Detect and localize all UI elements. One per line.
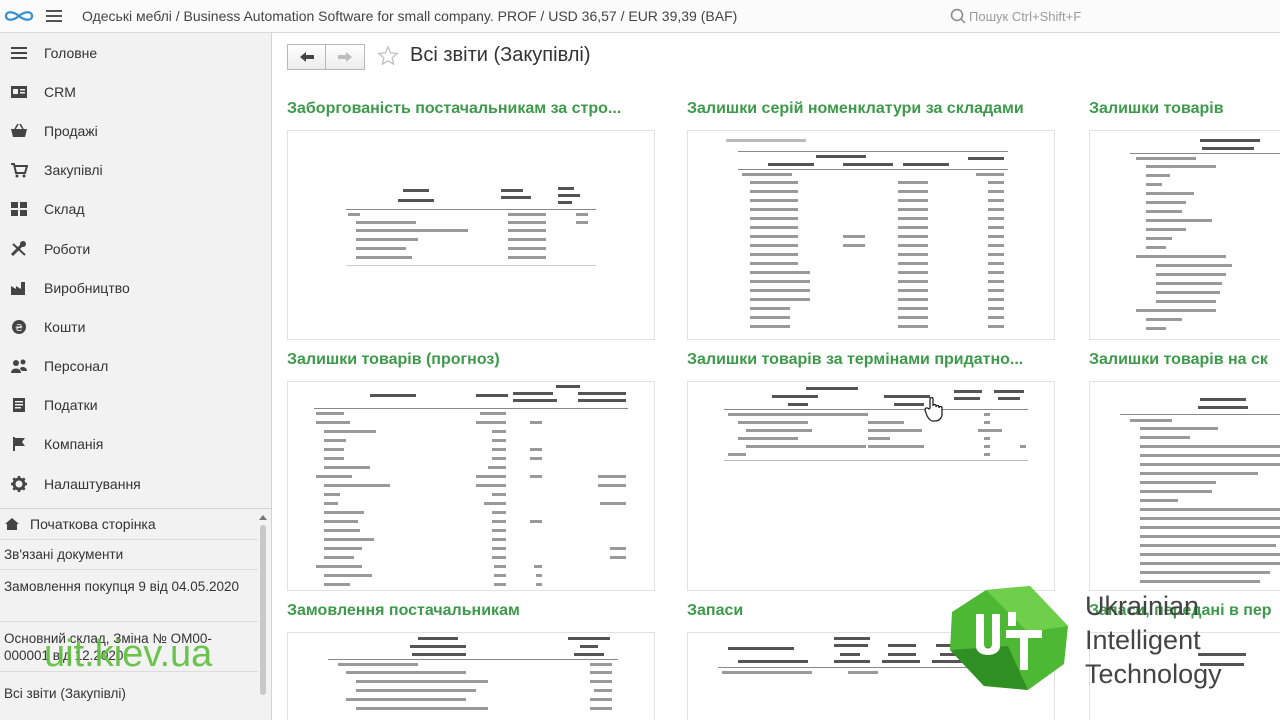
history-scrollbar[interactable]: [259, 515, 267, 715]
svg-text:₴: ₴: [15, 323, 23, 334]
basket-icon: [9, 121, 29, 141]
sidebar-item-label: Роботи: [44, 240, 91, 257]
sidebar-item-label: Компанія: [44, 436, 104, 453]
home-page-label: Початкова сторінка: [30, 516, 156, 532]
document-icon: [9, 395, 29, 415]
watermark-url: uit.kiev.ua: [44, 633, 213, 675]
sidebar-item-label: Закупівлі: [44, 162, 103, 179]
report-title[interactable]: Залишки товарів: [1089, 100, 1280, 118]
flag-icon: [9, 434, 29, 454]
sidebar-item-warehouse[interactable]: Склад: [0, 190, 271, 229]
search-icon: [950, 8, 966, 24]
history-item[interactable]: Зв'язані документи: [0, 539, 258, 569]
report-preview[interactable]: [687, 381, 1055, 591]
coin-icon: ₴: [9, 317, 29, 337]
report-preview[interactable]: [1089, 381, 1280, 591]
sidebar-item-label: Персонал: [44, 358, 109, 375]
sidebar-item-label: Налаштування: [44, 475, 141, 492]
sidebar-item-company[interactable]: Компанія: [0, 425, 271, 464]
uit-logo-icon: [950, 586, 1068, 690]
cart-icon: [9, 160, 29, 180]
factory-icon: [9, 278, 29, 298]
sidebar-item-main[interactable]: Головне: [0, 33, 271, 72]
sidebar-item-production[interactable]: Виробництво: [0, 268, 271, 307]
list-icon: [9, 43, 29, 63]
report-title[interactable]: Заборгованість постачальникам за стро...: [287, 100, 657, 118]
report-title[interactable]: Залишки товарів (прогноз): [287, 351, 657, 369]
contact-card-icon: [9, 82, 29, 102]
report-preview[interactable]: [287, 130, 655, 340]
report-title[interactable]: Залишки серій номенклатури за складами: [687, 100, 1057, 118]
search-placeholder: Пошук Ctrl+Shift+F: [969, 8, 1082, 24]
sidebar-item-taxes[interactable]: Податки: [0, 386, 271, 425]
company-line: Ukrainian: [1085, 591, 1200, 621]
top-bar: Одеські меблі / Business Automation Soft…: [0, 0, 1280, 33]
arrow-left-icon: [299, 52, 314, 62]
home-icon: [4, 517, 20, 531]
uit-company-name: Ukrainian Intelligent Technology: [1085, 589, 1222, 691]
sidebar-item-label: Продажі: [44, 122, 98, 139]
sidebar-item-label: Кошти: [44, 318, 86, 335]
sidebar-item-label: Виробництво: [44, 279, 130, 296]
history-item[interactable]: Всі звіти (Закупівлі): [0, 671, 258, 711]
report-title[interactable]: Залишки товарів на ск: [1089, 351, 1280, 369]
people-icon: [9, 356, 29, 376]
report-preview[interactable]: /* placeholder-free static rows */: [287, 381, 655, 591]
report-preview[interactable]: [1089, 130, 1280, 340]
page-title: Всі звіти (Закупівлі): [410, 44, 591, 66]
tools-icon: [9, 239, 29, 259]
report-preview[interactable]: [287, 632, 655, 720]
history-item[interactable]: Замовлення покупця 9 від 04.05.2020: [0, 569, 258, 621]
sidebar-item-label: Склад: [44, 201, 85, 218]
sidebar-item-crm[interactable]: CRM: [0, 72, 271, 111]
sidebar-item-label: Податки: [44, 397, 98, 414]
sidebar-item-sales[interactable]: Продажі: [0, 111, 271, 150]
sidebar-item-works[interactable]: Роботи: [0, 229, 271, 268]
report-title[interactable]: Замовлення постачальникам: [287, 602, 657, 620]
company-line: Technology: [1085, 659, 1222, 689]
sections-panel: Головне CRM Продажі Закупівлі Склад Робо…: [0, 33, 272, 508]
forward-button[interactable]: [326, 44, 365, 70]
arrow-right-icon: [338, 52, 352, 62]
app-logo-icon[interactable]: [2, 0, 36, 33]
sidebar-item-label: Головне: [44, 44, 98, 61]
scroll-up-arrow-icon[interactable]: [259, 515, 267, 520]
favorite-star-icon[interactable]: [377, 45, 399, 72]
home-page-link[interactable]: Початкова сторінка: [0, 509, 271, 539]
hand-pointer-icon: [924, 396, 943, 422]
sidebar-item-purchases[interactable]: Закупівлі: [0, 151, 271, 190]
menu-hamburger-icon[interactable]: [46, 5, 68, 27]
scrollbar-thumb[interactable]: [260, 525, 266, 695]
report-title[interactable]: Залишки товарів за термінами придатно...: [687, 351, 1057, 369]
gear-icon: [9, 474, 29, 494]
report-preview[interactable]: [687, 130, 1055, 340]
sidebar-item-label: CRM: [44, 83, 76, 100]
sidebar-item-money[interactable]: ₴ Кошти: [0, 307, 271, 346]
history-panel: Початкова сторінка Зв'язані документи За…: [0, 508, 272, 720]
sidebar-item-staff[interactable]: Персонал: [0, 347, 271, 386]
company-line: Intelligent: [1085, 625, 1201, 655]
back-button[interactable]: [287, 44, 326, 70]
warehouse-grid-icon: [9, 199, 29, 219]
sidebar-item-settings[interactable]: Налаштування: [0, 464, 271, 503]
navigation-buttons: [287, 44, 365, 70]
search-field[interactable]: Пошук Ctrl+Shift+F: [950, 5, 1270, 27]
window-title: Одеські меблі / Business Automation Soft…: [82, 8, 738, 24]
